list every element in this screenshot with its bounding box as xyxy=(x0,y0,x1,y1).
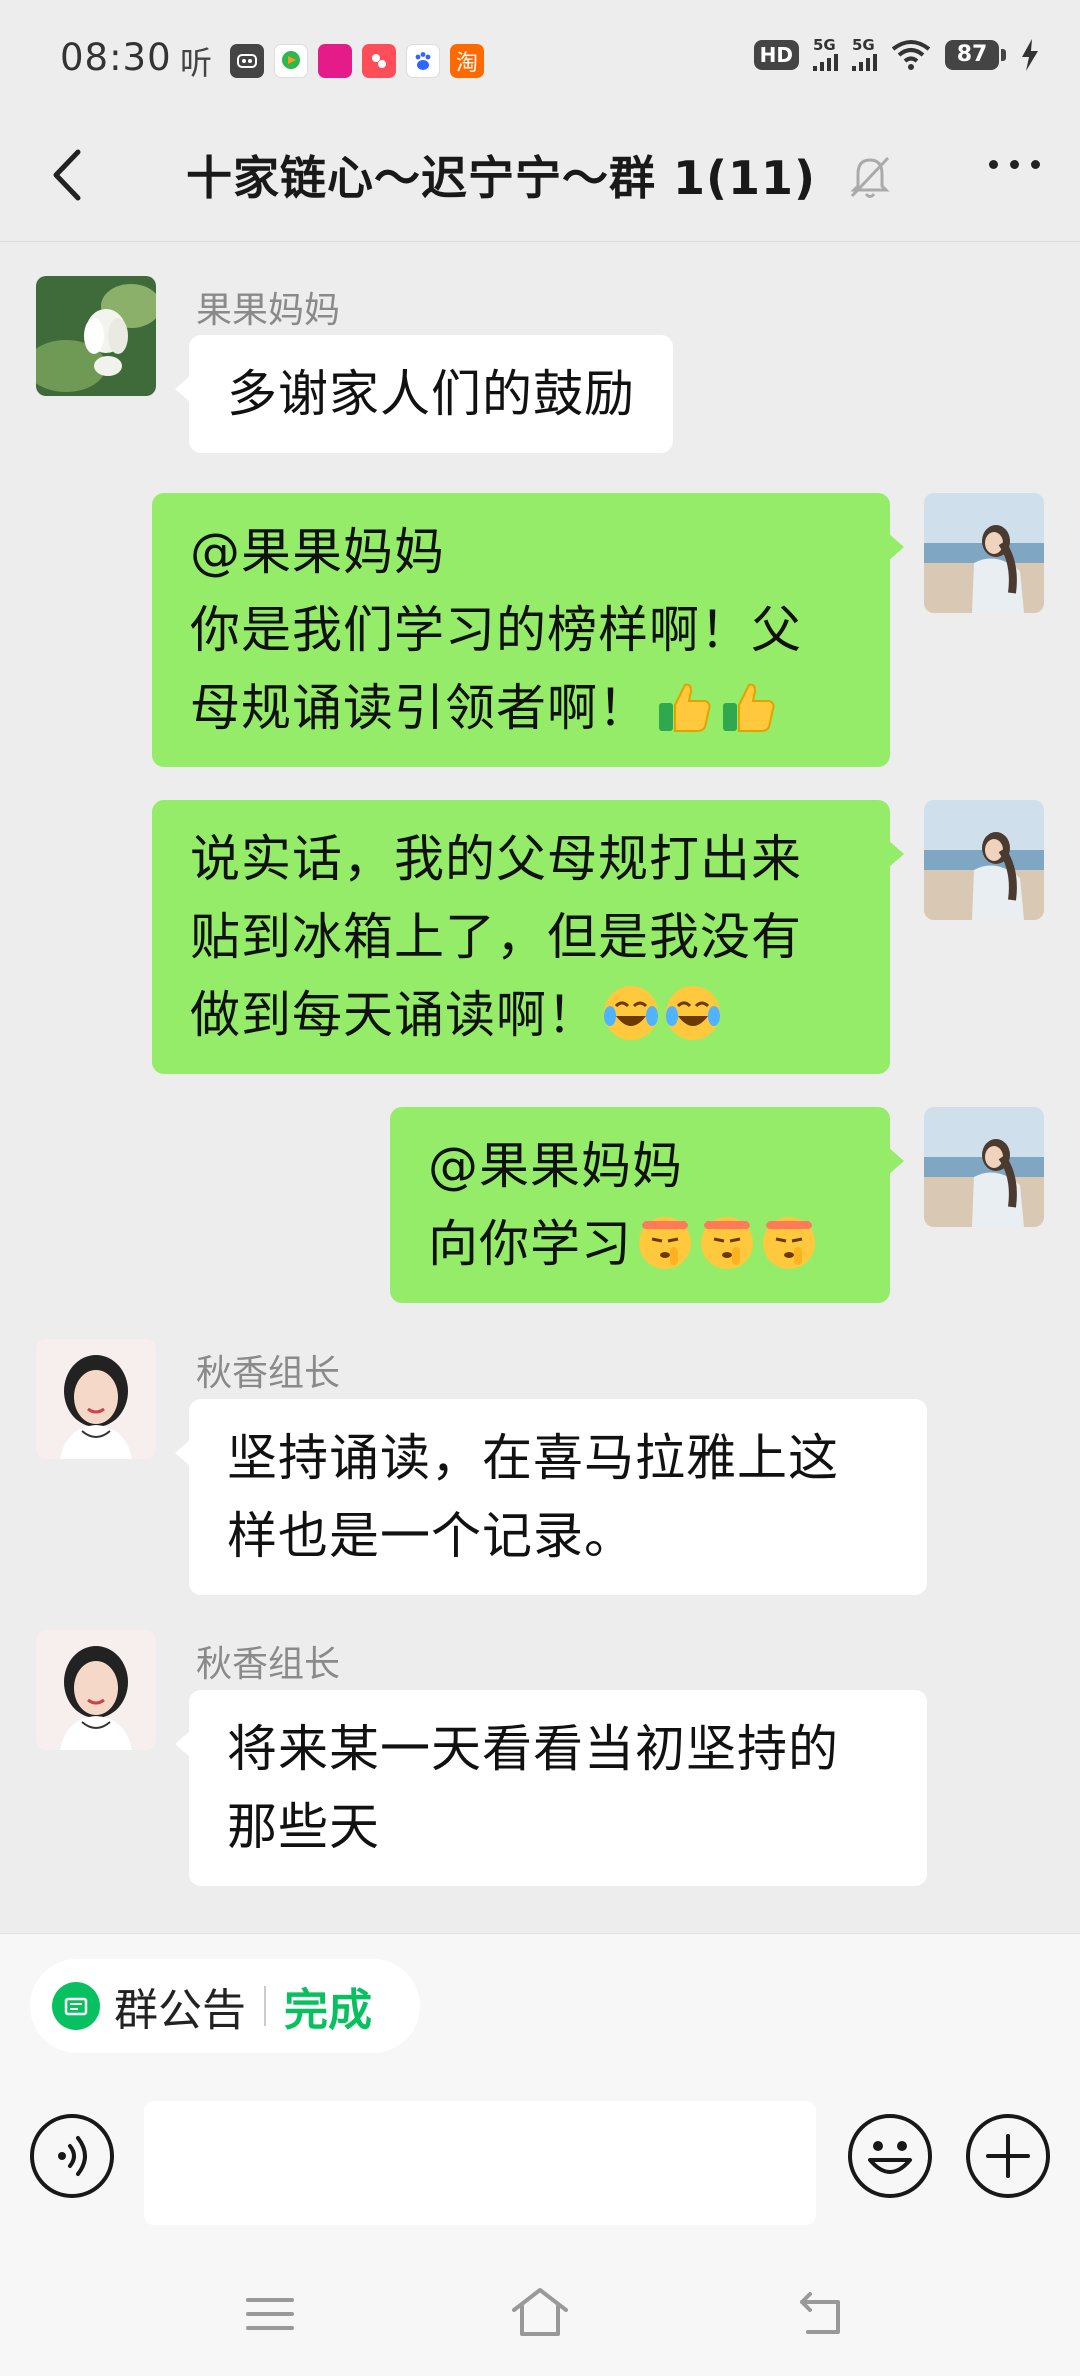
sender-name: 秋香组长 xyxy=(196,1644,341,1685)
menu-icon[interactable] xyxy=(246,2294,294,2334)
home-icon[interactable] xyxy=(510,2286,570,2338)
wifi-icon xyxy=(891,39,931,70)
group-notice-chip[interactable]: 群公告 完成 xyxy=(30,1959,420,2053)
laughing-crying-emoji-icon xyxy=(666,986,720,1040)
baidu-app-icon xyxy=(406,44,440,78)
voice-icon xyxy=(58,2136,87,2176)
message-bubble[interactable]: 多谢家人们的鼓励 xyxy=(175,335,673,453)
more-button[interactable] xyxy=(989,160,1040,169)
message-input[interactable] xyxy=(144,2101,816,2225)
ting-app-icon: 听 xyxy=(180,44,213,82)
voice-button[interactable] xyxy=(30,2114,114,2198)
back-nav-icon[interactable] xyxy=(798,2290,850,2338)
promo-app-icon xyxy=(318,44,352,78)
message-list[interactable]: 果果妈妈 多谢家人们的鼓励 @果果妈妈 你是我们学习的榜样啊！父 母规诵读引领者… xyxy=(0,243,1080,1933)
game-app-icon xyxy=(230,44,264,78)
status-time: 08:30 xyxy=(60,36,172,79)
sender-name: 果果妈妈 xyxy=(196,290,341,331)
signal-icon-2: 5G xyxy=(852,38,877,71)
message-bubble[interactable]: 将来某一天看看当初坚持的 那些天 xyxy=(175,1690,927,1886)
status-indicators: HD 5G 5G 87 xyxy=(753,38,1040,71)
my-avatar[interactable] xyxy=(924,493,1044,613)
signal-icon-1: 5G xyxy=(813,38,838,71)
my-avatar[interactable] xyxy=(924,1107,1044,1227)
back-button[interactable] xyxy=(38,140,98,210)
message-bubble[interactable]: 说实话，我的父母规打出来 贴到冰箱上了，但是我没有 做到每天诵读啊！ xyxy=(152,800,904,1074)
status-app-icons: 听 淘 xyxy=(180,38,484,84)
battery-icon: 87 xyxy=(945,39,1006,70)
shop-app-icon xyxy=(362,44,396,78)
divider xyxy=(264,1986,266,2026)
avatar[interactable] xyxy=(36,1630,156,1750)
message-bubble[interactable]: @果果妈妈 你是我们学习的榜样啊！父 母规诵读引领者啊！ xyxy=(152,493,904,767)
emoji-icon xyxy=(868,2141,912,2174)
bottom-panel: 群公告 完成 xyxy=(0,1933,1080,2376)
message-bubble[interactable]: @果果妈妈 向你学习 xyxy=(390,1107,904,1303)
status-bar: 08:30 听 淘 HD 5G 5G 87 xyxy=(0,0,1080,112)
my-avatar[interactable] xyxy=(924,800,1044,920)
message-bubble[interactable]: 坚持诵读，在喜马拉雅上这 样也是一个记录。 xyxy=(175,1399,927,1595)
chat-title: 十家链心～迟宁宁～群 1(11) xyxy=(186,151,817,205)
avatar[interactable] xyxy=(36,1339,156,1459)
sender-name: 秋香组长 xyxy=(196,1353,341,1394)
hd-icon: HD xyxy=(753,39,799,70)
more-functions-button[interactable] xyxy=(966,2114,1050,2198)
back-icon xyxy=(53,149,81,201)
mute-bell-icon xyxy=(850,156,890,198)
taobao-app-icon: 淘 xyxy=(450,44,484,78)
thumbs-up-emoji-icon xyxy=(659,683,711,732)
done-button[interactable]: 完成 xyxy=(284,1974,372,2038)
video-app-icon xyxy=(274,44,308,78)
avatar[interactable] xyxy=(36,276,156,396)
plus-icon xyxy=(986,2134,1030,2178)
notice-label: 群公告 xyxy=(114,1985,246,2036)
thumbs-up-emoji-icon xyxy=(723,683,775,732)
laughing-crying-emoji-icon xyxy=(604,986,658,1040)
more-icon xyxy=(989,160,998,169)
charging-icon xyxy=(1022,38,1038,71)
chat-header: 十家链心～迟宁宁～群 1(11) xyxy=(0,112,1080,242)
notice-icon xyxy=(52,1982,100,2030)
shushing-face-emoji-icon xyxy=(639,1217,691,1269)
system-navigation-bar xyxy=(0,2254,1080,2376)
shushing-face-emoji-icon xyxy=(763,1217,815,1269)
emoji-button[interactable] xyxy=(848,2114,932,2198)
shushing-face-emoji-icon xyxy=(701,1217,753,1269)
